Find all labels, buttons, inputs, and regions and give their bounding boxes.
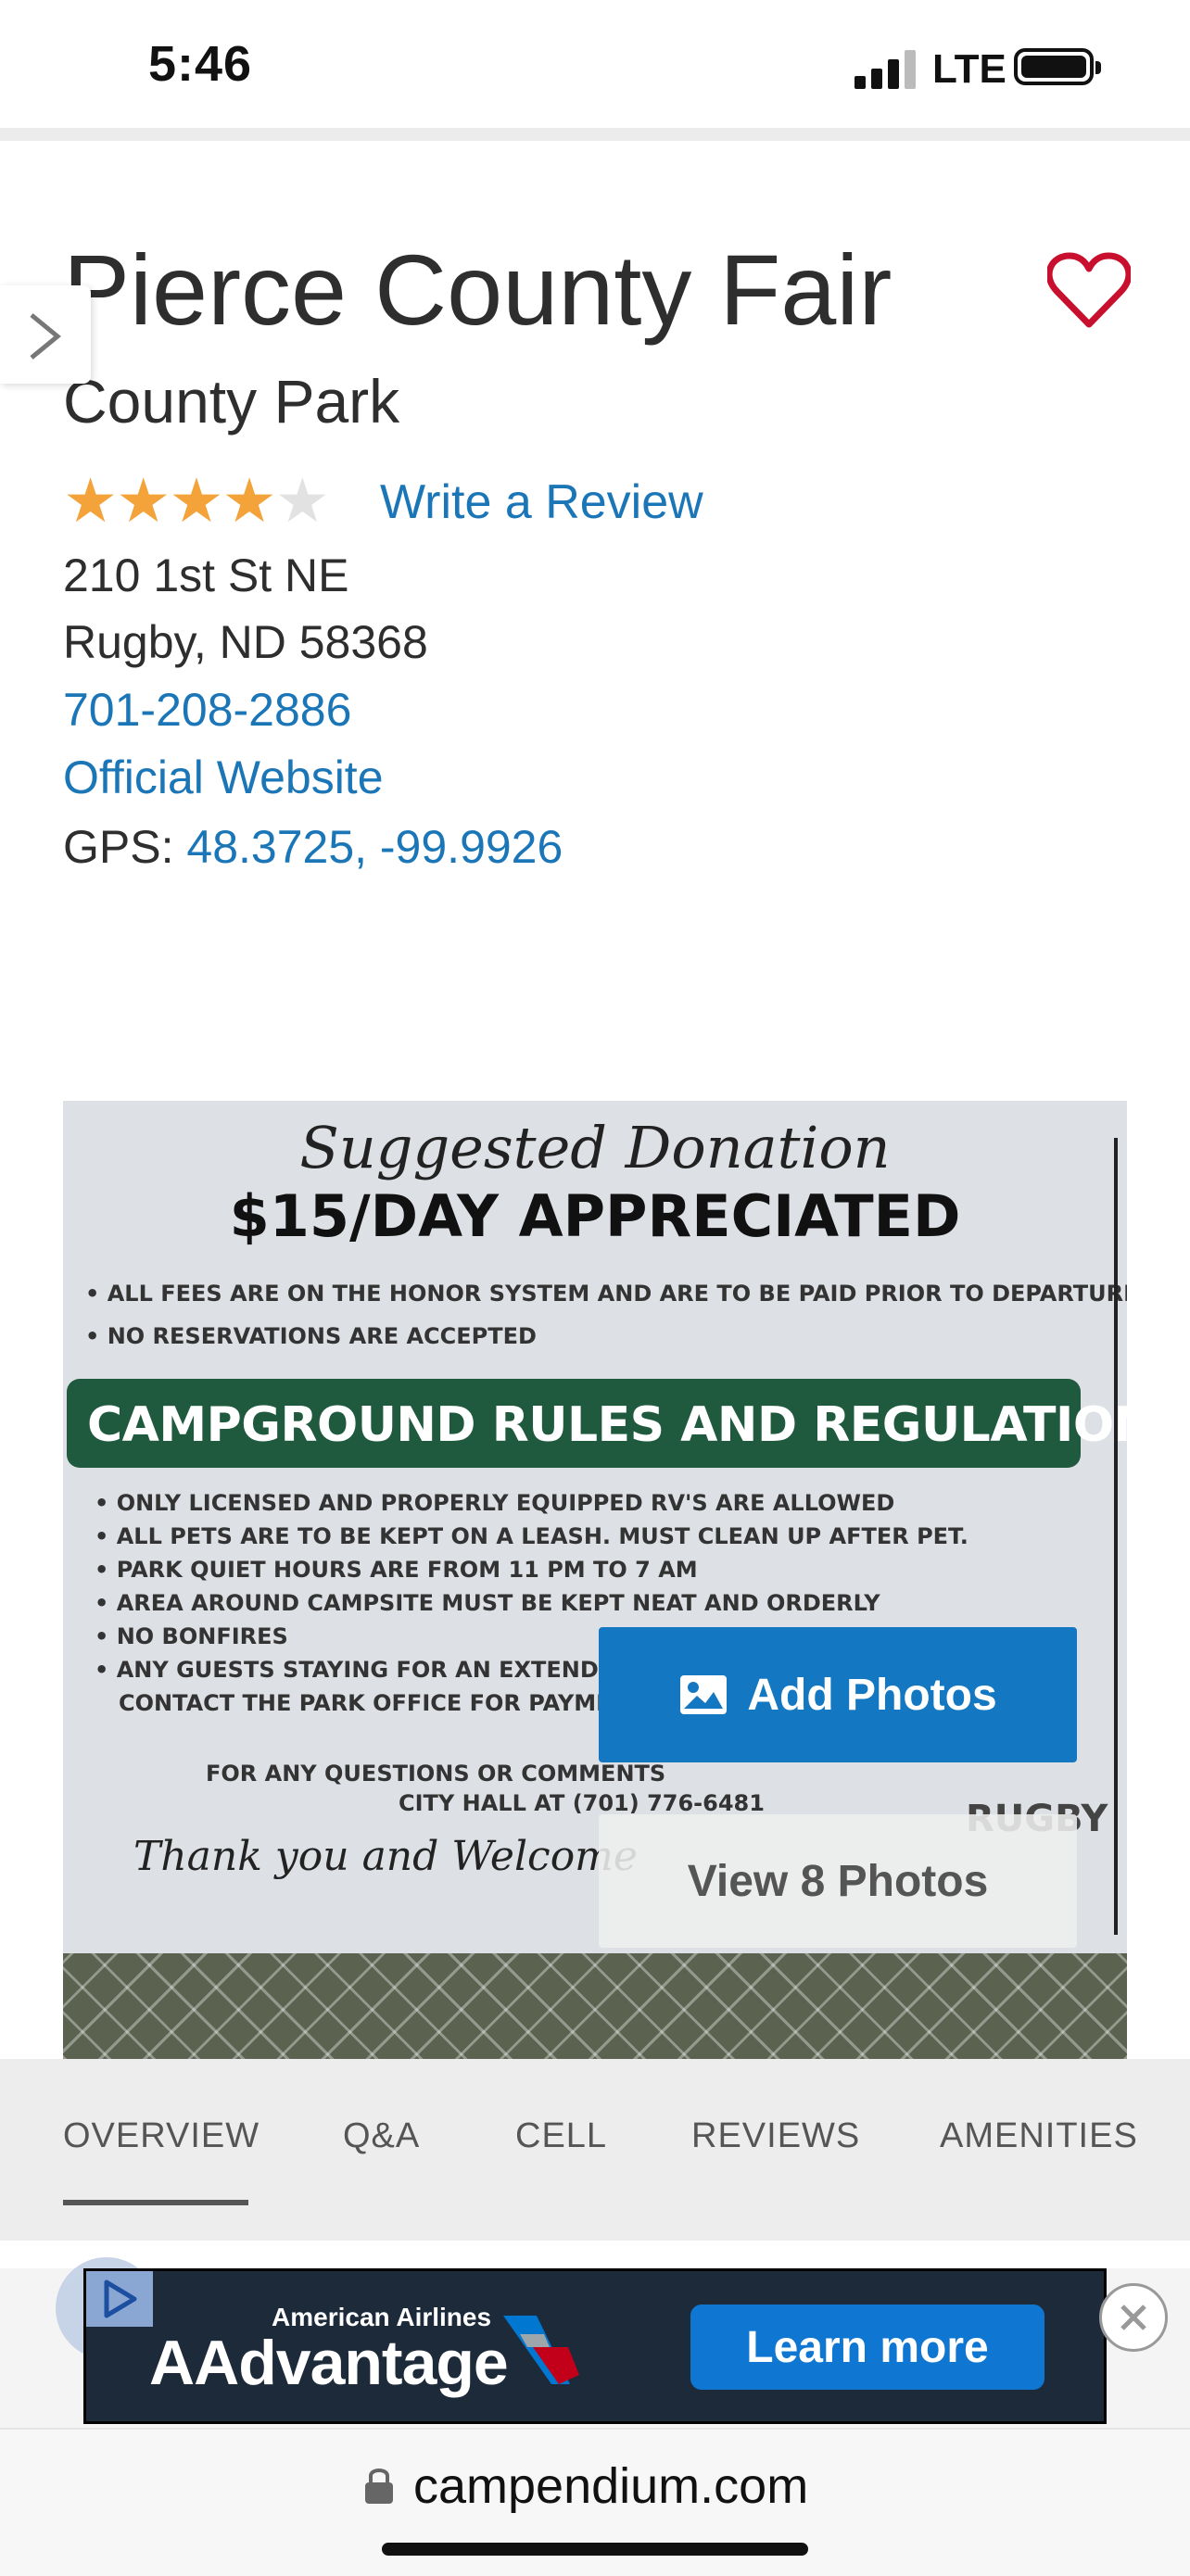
phone-link[interactable]: 701-208-2886 [63,683,351,737]
learn-more-button[interactable]: Learn more [690,2305,1044,2390]
sign-banner-text: CAMPGROUND RULES AND REGULATIONS [87,1397,1127,1453]
add-photos-button[interactable]: Add Photos [599,1627,1077,1762]
tab-overview[interactable]: OVERVIEW [63,2116,260,2156]
sign-rule: • AREA AROUND CAMPSITE MUST BE KEPT NEAT… [95,1590,880,1616]
sign-note: • ALL FEES ARE ON THE HONOR SYSTEM AND A… [85,1281,1127,1307]
tab-amenities[interactable]: AMENITIES [940,2116,1138,2156]
sign-rule: • PARK QUIET HOURS ARE FROM 11 PM TO 7 A… [95,1557,698,1583]
website-link[interactable]: Official Website [63,751,384,804]
sign-rule: • ALL PETS ARE TO BE KEPT ON A LEASH. MU… [95,1523,968,1549]
advertisement-banner[interactable]: American Airlines AAdvantage Learn more [83,2268,1107,2424]
battery-icon [1014,48,1101,85]
signal-icon [855,48,919,89]
star-icon: ★ [116,466,171,535]
chevron-right-icon [30,313,61,360]
status-time: 5:46 [148,36,253,92]
sign-rule: CONTACT THE PARK OFFICE FOR PAYME [119,1690,612,1716]
sign-rule: • ONLY LICENSED AND PROPERLY EQUIPPED RV… [95,1490,895,1516]
star-rating: ★★★★★ [63,465,330,537]
sign-rule: • NO BONFIRES [95,1623,288,1649]
write-review-link[interactable]: Write a Review [380,474,703,530]
address-line2: Rugby, ND 58368 [63,616,428,668]
sign-edge [1114,1138,1118,1935]
page-title: Pierce County Fair [63,234,892,346]
sign-contact: CITY HALL AT (701) 776-6481 [399,1790,765,1816]
overview-card [63,2241,1127,2268]
sign-banner: CAMPGROUND RULES AND REGULATIONS [67,1379,1127,1468]
star-icon: ★ [63,466,118,535]
phone-number[interactable]: 701-208-2886 [63,684,351,736]
gps-coordinates-link[interactable]: 48.3725, -99.9926 [186,821,563,873]
lock-icon [365,2469,393,2504]
header-divider [0,128,1190,141]
tab-cell[interactable]: CELL [515,2116,607,2156]
tab-bar: OVERVIEW Q&A CELL REVIEWS AMENITIES [0,2059,1190,2241]
close-icon [1120,2305,1146,2330]
airline-logo-icon [503,2316,579,2384]
active-tab-indicator [63,2200,248,2205]
campground-photo[interactable]: Suggested Donation $15/DAY APPRECIATED •… [63,1101,1127,2059]
tab-qa[interactable]: Q&A [343,2116,420,2156]
tab-reviews[interactable]: REVIEWS [691,2116,860,2156]
home-indicator [382,2543,808,2556]
ad-brand-title: AAdvantage [149,2328,509,2398]
website-link-label[interactable]: Official Website [63,751,384,803]
close-ad-button[interactable] [1099,2283,1168,2352]
heart-icon[interactable] [1045,252,1133,330]
url-text: campendium.com [413,2458,809,2514]
chain-link-fence [63,1953,1127,2059]
page-subtitle: County Park [63,367,400,436]
gps-label: GPS: [63,821,174,873]
add-photos-label: Add Photos [747,1670,997,1720]
expand-sidebar-button[interactable] [0,285,91,384]
sign-note: • NO RESERVATIONS ARE ACCEPTED [85,1323,537,1349]
adchoices-icon[interactable] [86,2271,153,2327]
address-line1: 210 1st St NE [63,549,349,601]
sign-contact: FOR ANY QUESTIONS OR COMMENTS [206,1761,666,1787]
sign-thanks: Thank you and Welcome [133,1833,638,1880]
star-empty-icon: ★ [274,466,330,535]
star-icon: ★ [169,466,223,535]
sign-donation: Suggested Donation [299,1114,891,1181]
network-type: LTE [932,46,1006,92]
sign-price: $15/DAY APPRECIATED [229,1182,961,1250]
star-icon: ★ [222,466,277,535]
browser-address-bar[interactable]: campendium.com [0,2428,1190,2576]
sign-rule: • ANY GUESTS STAYING FOR AN EXTENDE [95,1657,614,1683]
view-photos-button[interactable]: View 8 Photos [599,1814,1077,1948]
status-bar: 5:46 LTE [0,0,1190,130]
image-icon [680,1675,728,1714]
gps-row: GPS: 48.3725, -99.9926 [63,820,563,874]
